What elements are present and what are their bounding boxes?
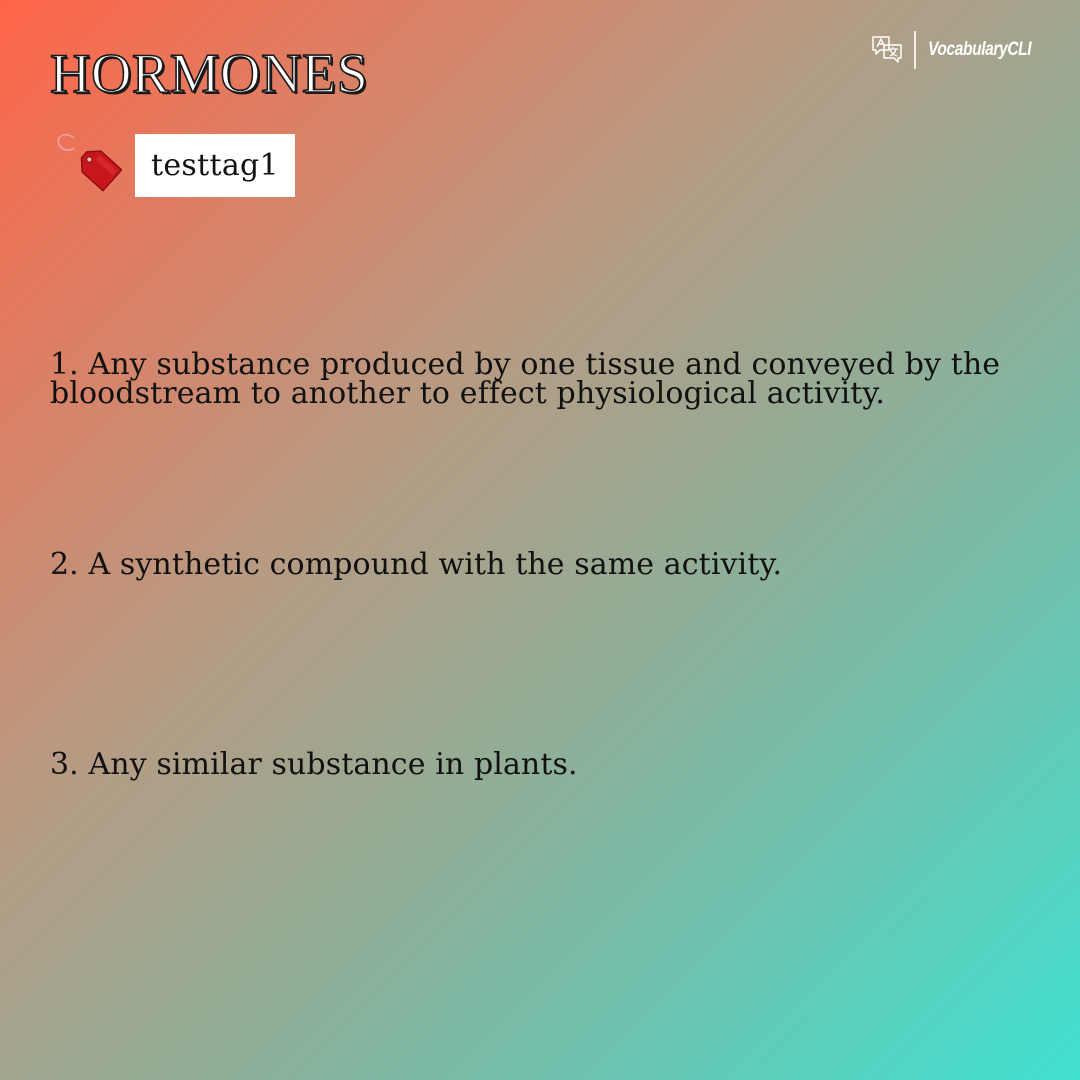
word-title: HORMONES: [49, 42, 369, 106]
brand-divider: [914, 31, 917, 69]
tag-row: testtag1: [52, 130, 295, 200]
price-tag-icon: [57, 133, 122, 192]
vocabulary-card: HORMONES VocabularyCLI testtag1 1. Any s…: [0, 0, 1080, 1080]
translate-icon: [872, 36, 902, 63]
tag-chip[interactable]: testtag1: [135, 133, 295, 197]
brand-logo: VocabularyCLI: [870, 30, 1054, 70]
brand-name: VocabularyCLI: [928, 39, 1032, 60]
definition-2: 2. A synthetic compound with the same ac…: [50, 547, 783, 582]
definition-1: 1. Any substance produced by one tissue …: [50, 347, 1001, 411]
definition-3: 3. Any similar substance in plants.: [50, 747, 578, 782]
